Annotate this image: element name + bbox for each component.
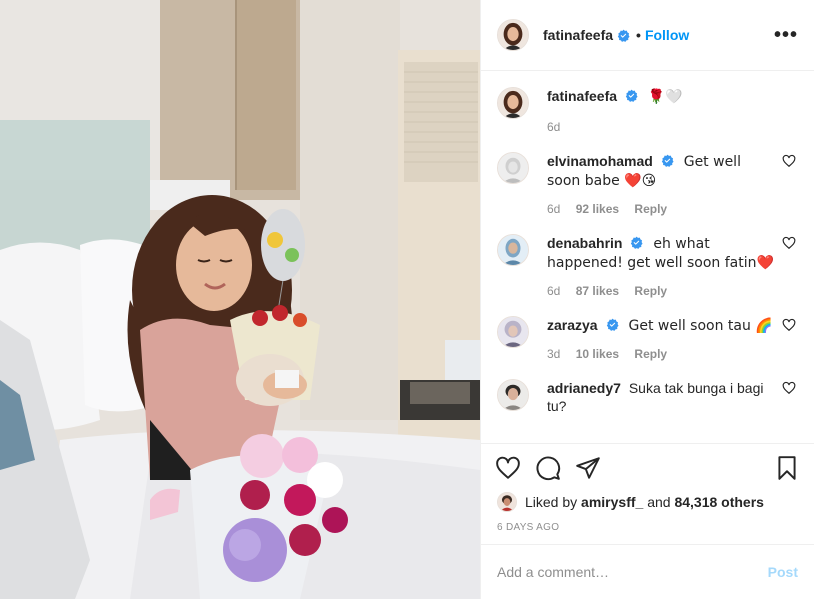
- caption-text: 🌹🤍: [647, 89, 683, 105]
- liker-username[interactable]: amirysff_: [581, 494, 643, 510]
- more-icon[interactable]: •••: [774, 25, 798, 45]
- comment-body: adrianedy7 Suka tak bunga i bagi tu?: [547, 379, 798, 415]
- liker-avatar[interactable]: [497, 492, 517, 512]
- verified-icon: [625, 89, 638, 102]
- bookmark-icon[interactable]: [774, 455, 800, 481]
- comment-item: zarazya Get well soon tau 🌈 3d 10 likes …: [497, 316, 798, 363]
- caption-username[interactable]: fatinafeefa: [547, 88, 617, 104]
- commenter-avatar[interactable]: [497, 379, 529, 411]
- comment-likes[interactable]: 92 likes: [576, 202, 619, 216]
- post-actions: Liked by amirysff_ and 84,318 others 6 d…: [481, 443, 814, 544]
- heart-icon[interactable]: [782, 381, 796, 395]
- comment-item: denabahrin eh what happened! get well so…: [497, 234, 798, 300]
- comment-item: elvinamohamad Get well soon babe ❤️😘 6d …: [497, 152, 798, 218]
- likes-and: and: [647, 494, 671, 510]
- like-heart-icon[interactable]: [495, 455, 521, 481]
- caption-age[interactable]: 6d: [547, 120, 560, 134]
- add-comment-bar: Post: [481, 544, 814, 599]
- comment-input[interactable]: [497, 564, 768, 580]
- separator-dot: •: [636, 27, 641, 43]
- caption-author-avatar[interactable]: [497, 87, 529, 119]
- likes-prefix: Liked by: [525, 494, 578, 510]
- post-timestamp[interactable]: 6 days ago: [481, 512, 814, 533]
- author-avatar[interactable]: [497, 19, 529, 51]
- comment-age[interactable]: 6d: [547, 284, 560, 298]
- comment-icon[interactable]: [535, 455, 561, 481]
- commenter-avatar[interactable]: [497, 234, 529, 266]
- verified-icon: [606, 318, 619, 331]
- comments-list[interactable]: fatinafeefa 🌹🤍 6d elvinamohamad Get well…: [481, 71, 814, 443]
- reply-button[interactable]: Reply: [634, 347, 667, 361]
- comment-age[interactable]: 3d: [547, 347, 560, 361]
- comment-body: zarazya Get well soon tau 🌈 3d 10 likes …: [547, 316, 798, 363]
- hospital-bed-photo: [0, 0, 480, 599]
- post-header: fatinafeefa • Follow •••: [481, 0, 814, 71]
- post-photo[interactable]: [0, 0, 480, 599]
- reply-button[interactable]: Reply: [634, 284, 667, 298]
- verified-icon: [661, 154, 674, 167]
- post-side-panel: fatinafeefa • Follow ••• fatinafeefa 🌹🤍 …: [480, 0, 814, 599]
- author-username[interactable]: fatinafeefa: [543, 27, 613, 43]
- comment-username[interactable]: elvinamohamad: [547, 153, 653, 169]
- reply-button[interactable]: Reply: [634, 202, 667, 216]
- commenter-avatar[interactable]: [497, 316, 529, 348]
- comment-body: elvinamohamad Get well soon babe ❤️😘 6d …: [547, 152, 798, 218]
- caption-meta: 6d: [547, 118, 776, 136]
- comment-username[interactable]: denabahrin: [547, 235, 622, 251]
- comment-age[interactable]: 6d: [547, 202, 560, 216]
- comment-meta: 6d 87 likes Reply: [547, 282, 776, 300]
- verified-icon: [617, 29, 630, 42]
- likes-others-link[interactable]: 84,318 others: [674, 494, 764, 510]
- commenter-avatar[interactable]: [497, 152, 529, 184]
- comment-likes[interactable]: 10 likes: [576, 347, 619, 361]
- comment-username[interactable]: zarazya: [547, 317, 598, 333]
- comment-text: Get well soon tau 🌈: [628, 318, 773, 334]
- comment-meta: 6d 92 likes Reply: [547, 200, 776, 218]
- verified-icon: [631, 236, 644, 249]
- share-icon[interactable]: [575, 455, 601, 481]
- caption: fatinafeefa 🌹🤍 6d: [497, 87, 798, 136]
- comment-likes[interactable]: 87 likes: [576, 284, 619, 298]
- follow-button[interactable]: Follow: [645, 27, 689, 43]
- caption-body: fatinafeefa 🌹🤍 6d: [547, 87, 798, 136]
- comment-username[interactable]: adrianedy7: [547, 380, 621, 396]
- heart-icon[interactable]: [782, 154, 796, 168]
- action-icons: [481, 444, 814, 492]
- heart-icon[interactable]: [782, 236, 796, 250]
- likes-summary: Liked by amirysff_ and 84,318 others: [481, 492, 814, 512]
- heart-icon[interactable]: [782, 318, 796, 332]
- comment-item: adrianedy7 Suka tak bunga i bagi tu?: [497, 379, 798, 415]
- comment-meta: 3d 10 likes Reply: [547, 345, 776, 363]
- comment-body: denabahrin eh what happened! get well so…: [547, 234, 798, 300]
- post-comment-button[interactable]: Post: [768, 564, 798, 580]
